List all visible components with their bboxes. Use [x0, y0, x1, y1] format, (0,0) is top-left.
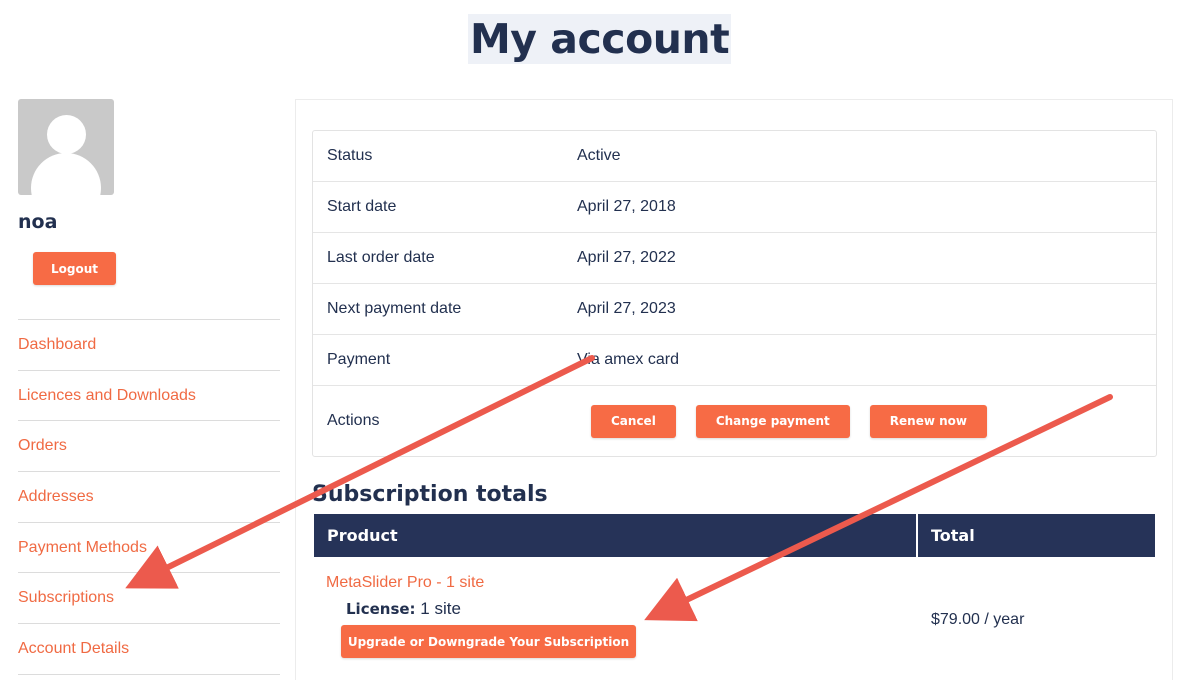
subscription-totals-heading: Subscription totals — [312, 482, 548, 507]
table-row: Payment Via amex card — [313, 335, 1156, 386]
logout-button[interactable]: Logout — [33, 252, 116, 285]
table-row: Next payment date April 27, 2023 — [313, 284, 1156, 335]
cancel-button[interactable]: Cancel — [591, 404, 676, 438]
table-row: Start date April 27, 2018 — [313, 182, 1156, 233]
username: noa — [18, 211, 58, 233]
account-nav: Dashboard Licences and Downloads Orders … — [18, 319, 280, 675]
totals-table-header: Product Total — [314, 514, 1155, 557]
table-row-actions: Actions Cancel Change payment Renew now — [313, 386, 1156, 456]
row-label: Next payment date — [327, 300, 462, 317]
row-value: Active — [577, 147, 621, 164]
nav-item-subscriptions[interactable]: Subscriptions — [18, 573, 280, 625]
column-header-product: Product — [314, 514, 918, 557]
product-link[interactable]: MetaSlider Pro - 1 site — [326, 574, 484, 592]
column-header-total: Total — [918, 514, 1155, 557]
row-label: Payment — [327, 351, 391, 368]
row-value: April 27, 2022 — [577, 249, 676, 266]
nav-item-dashboard[interactable]: Dashboard — [18, 320, 280, 371]
page-title: My account — [468, 14, 732, 64]
license-value: 1 site — [420, 599, 461, 618]
row-label: Actions — [327, 412, 380, 429]
change-payment-button[interactable]: Change payment — [695, 404, 850, 438]
license-label: License: — [346, 600, 416, 618]
row-label: Status — [327, 147, 373, 164]
row-value: April 27, 2023 — [577, 300, 676, 317]
row-value: Via amex card — [577, 351, 679, 368]
total-value: $79.00 / year — [931, 611, 1025, 628]
subscription-details-table: Status Active Start date April 27, 2018 … — [312, 130, 1157, 457]
table-row: Last order date April 27, 2022 — [313, 233, 1156, 284]
nav-item-addresses[interactable]: Addresses — [18, 472, 280, 523]
row-label: Start date — [327, 198, 397, 215]
nav-item-orders[interactable]: Orders — [18, 421, 280, 473]
row-value: April 27, 2018 — [577, 198, 676, 215]
license-info: License: 1 site — [346, 599, 461, 619]
nav-item-account-details[interactable]: Account Details — [18, 624, 280, 675]
renew-now-button[interactable]: Renew now — [869, 404, 987, 438]
nav-item-payment-methods[interactable]: Payment Methods — [18, 523, 280, 574]
upgrade-downgrade-button[interactable]: Upgrade or Downgrade Your Subscription — [341, 625, 636, 658]
row-label: Last order date — [327, 249, 435, 266]
avatar — [18, 99, 114, 195]
table-row: Status Active — [313, 131, 1156, 182]
nav-item-licences[interactable]: Licences and Downloads — [18, 371, 280, 422]
